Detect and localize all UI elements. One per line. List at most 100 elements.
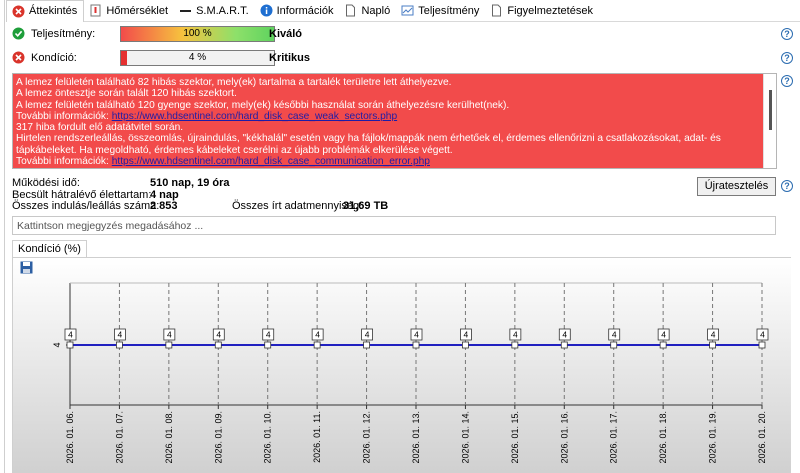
x-tick-label: 2026. 01. 20. (757, 411, 767, 464)
thermometer-icon (90, 4, 101, 17)
message-line: Hirtelen rendszerleállás, összeomlás, új… (16, 133, 721, 156)
x-tick-label: 2026. 01. 17. (609, 411, 619, 464)
retest-button[interactable]: Újratesztelés (697, 177, 776, 196)
save-icon[interactable] (20, 261, 33, 274)
error-icon (12, 5, 25, 17)
tab-temperature[interactable]: Hőmérséklet (84, 0, 174, 22)
data-point (214, 341, 222, 349)
tab-smart-label: S.M.A.R.T. (196, 4, 249, 17)
condition-chart: 4 4 4 4 4 4 4 4 4 4 4 4 4 4 4 4 2026. 01. 06. 2026. 01. 0… (52, 282, 769, 464)
document-icon (346, 4, 356, 17)
tab-warnings[interactable]: Figyelmeztetések (485, 0, 599, 22)
data-point (610, 341, 618, 349)
chart-icon (401, 5, 414, 16)
message-line: A lemez felületén található 82 hibás sze… (16, 77, 452, 88)
data-label: 4 (266, 330, 271, 340)
y-tick-label: 4 (52, 342, 62, 347)
data-point (560, 341, 568, 349)
help-icon[interactable]: ? (781, 180, 793, 192)
dash-icon (180, 10, 192, 12)
message-line: A lemez öntesztje során talált 120 hibás… (16, 88, 237, 100)
tab-temperature-label: Hőmérséklet (106, 4, 169, 17)
more-info-label: További információk: (16, 110, 109, 122)
scrollbar-thumb[interactable] (769, 90, 772, 130)
data-point (709, 341, 716, 349)
condition-label: Kondíció: (31, 52, 77, 64)
data-label: 4 (365, 330, 370, 340)
tab-performance[interactable]: Teljesítmény (396, 0, 485, 22)
x-tick-label: 2026. 01. 06. (65, 411, 75, 464)
tab-warnings-label: Figyelmeztetések (507, 4, 593, 17)
performance-value: 100 % (183, 28, 212, 39)
tab-performance-label: Teljesítmény (418, 4, 480, 17)
data-point (758, 341, 766, 349)
tab-bar: Áttekintés Hőmérséklet S.M.A.R.T. Inform… (6, 0, 800, 22)
document-icon (492, 4, 502, 17)
data-label: 4 (513, 330, 518, 340)
data-label: 4 (711, 330, 716, 340)
data-label: 4 (464, 330, 469, 340)
data-point (363, 341, 370, 349)
tab-overview[interactable]: Áttekintés (6, 0, 85, 22)
message-scrollbar[interactable] (763, 74, 776, 168)
tab-information[interactable]: Információk (255, 0, 340, 22)
power-cycles-value: 2 853 (150, 200, 178, 212)
performance-verdict: Kiváló (269, 28, 303, 40)
data-point (412, 341, 420, 349)
data-point (313, 341, 321, 349)
data-point (462, 341, 469, 349)
message-line: További információk: https://www.hdsenti… (16, 111, 762, 122)
x-tick-label: 2026. 01. 18. (658, 411, 668, 464)
tab-information-label: Információk (276, 4, 334, 17)
x-tick-label: 2026. 01. 08. (164, 411, 174, 464)
data-label: 4 (68, 330, 73, 340)
data-label: 4 (562, 330, 567, 340)
data-label: 4 (118, 330, 123, 340)
communication-error-link[interactable]: https://www.hdsentinel.com/hard_disk_cas… (112, 156, 430, 167)
performance-bar: 100 % (120, 26, 275, 42)
data-label: 4 (661, 330, 666, 340)
info-icon (260, 4, 273, 17)
x-tick-label: 2026. 01. 10. (263, 411, 273, 464)
data-label: 4 (414, 330, 419, 340)
data-point (165, 341, 173, 349)
status-message-box: A lemez felületén található 82 hibás sze… (12, 73, 777, 169)
x-tick-label: 2026. 01. 14. (460, 411, 470, 464)
message-line: 317 hiba fordult elő adatátvitel során. (16, 122, 184, 134)
help-icon[interactable]: ? (781, 52, 793, 64)
data-label: 4 (315, 330, 320, 340)
tab-overview-label: Áttekintés (29, 5, 78, 17)
tab-condition-chart[interactable]: Kondíció (%) (12, 240, 87, 258)
x-tick-label: 2026. 01. 11. (312, 411, 322, 463)
uptime-label: Működési idő: (12, 177, 80, 189)
x-tick-label: 2026. 01. 16. (559, 411, 569, 464)
more-info-label: További információk: (16, 156, 109, 168)
data-point (66, 341, 74, 349)
performance-label: Teljesítmény: (31, 28, 96, 40)
uptime-value: 510 nap, 19 óra (150, 177, 230, 189)
data-point (116, 341, 123, 349)
x-tick-label: 2026. 01. 13. (411, 411, 421, 464)
x-tick-label: 2026. 01. 15. (510, 411, 520, 464)
x-tick-label: 2026. 01. 07. (114, 411, 124, 464)
weak-sectors-link[interactable]: https://www.hdsentinel.com/hard_disk_cas… (112, 111, 397, 122)
power-cycles-label: Összes indulás/leállás száma: (12, 200, 160, 212)
x-tick-label: 2026. 01. 12. (362, 411, 372, 464)
help-icon[interactable]: ? (781, 28, 793, 40)
condition-bar: 4 % (120, 50, 275, 66)
condition-value: 4 % (188, 52, 207, 63)
help-icon[interactable]: ? (781, 75, 793, 87)
status-message-text: A lemez felületén található 82 hibás sze… (16, 77, 762, 167)
data-point (659, 341, 667, 349)
data-label: 4 (216, 330, 221, 340)
condition-verdict: Kritikus (269, 52, 310, 64)
x-tick-label: 2026. 01. 19. (708, 411, 718, 464)
tab-log-label: Napló (361, 4, 391, 17)
data-label: 4 (612, 330, 617, 340)
total-written-value: 31,69 TB (343, 200, 389, 212)
message-line: A lemez felületén található 120 gyenge s… (16, 99, 510, 111)
tab-log[interactable]: Napló (339, 0, 396, 22)
note-input[interactable]: Kattintson megjegyzés megadásához ... (12, 216, 776, 235)
data-point (264, 341, 272, 349)
tab-smart[interactable]: S.M.A.R.T. (174, 0, 255, 22)
